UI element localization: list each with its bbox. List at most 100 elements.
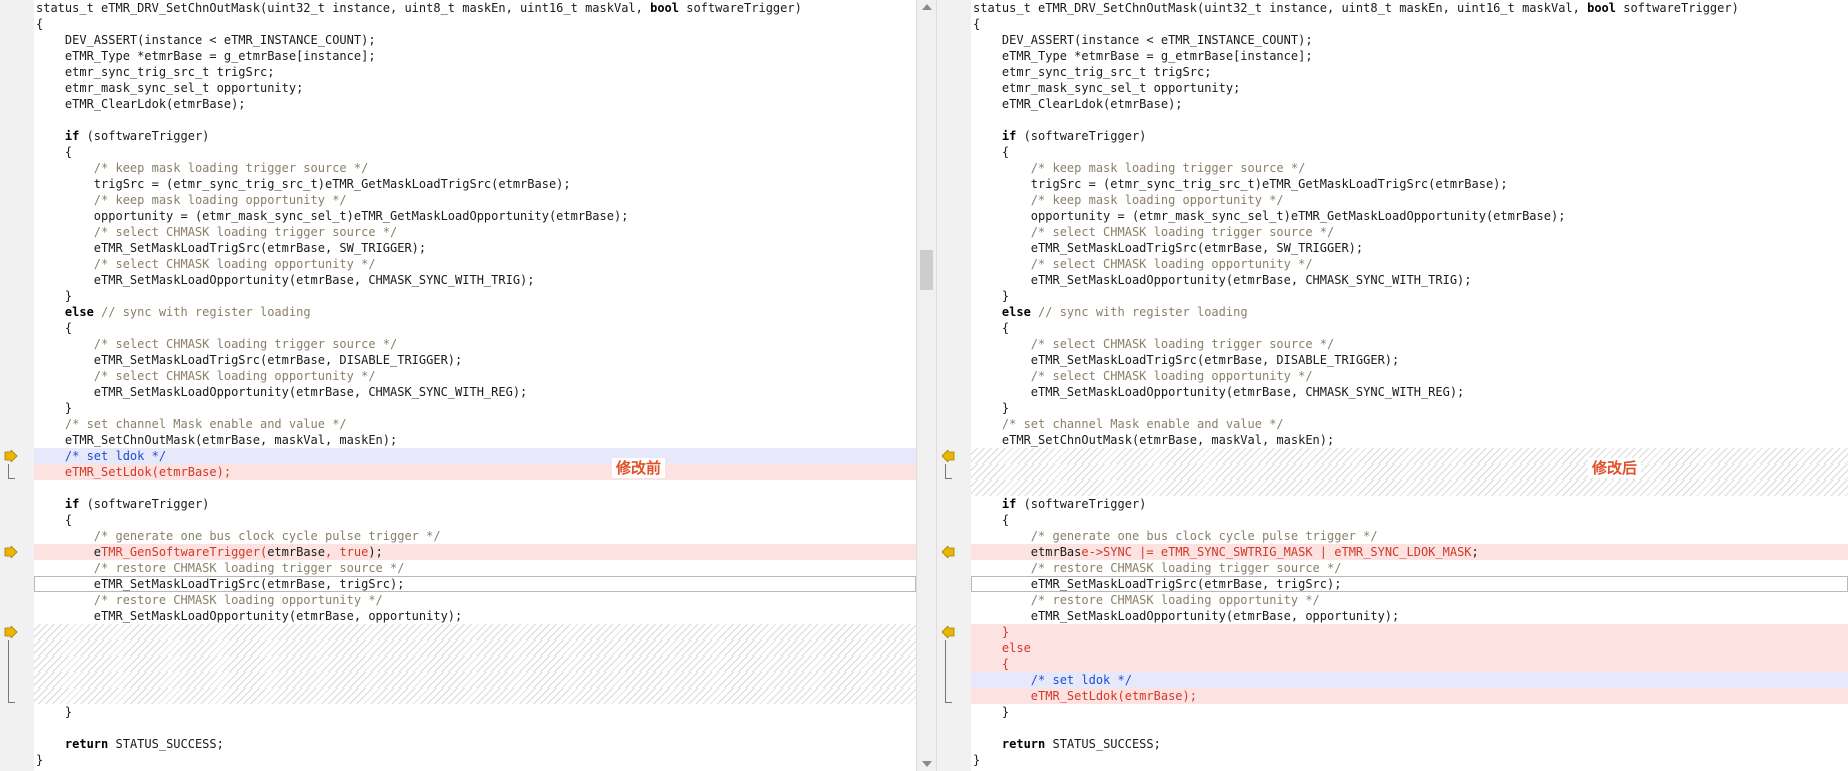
- code-line[interactable]: eTMR_Type *etmrBase = g_etmrBase[instanc…: [34, 48, 916, 64]
- code-line[interactable]: else: [971, 640, 1848, 656]
- code-line[interactable]: if (softwareTrigger): [971, 496, 1848, 512]
- code-line[interactable]: eTMR_SetMaskLoadTrigSrc(etmrBase, DISABL…: [34, 352, 916, 368]
- code-line[interactable]: /* select CHMASK loading trigger source …: [971, 224, 1848, 240]
- code-line[interactable]: etmr_sync_trig_src_t trigSrc;: [34, 64, 916, 80]
- code-line[interactable]: /* keep mask loading trigger source */: [34, 160, 916, 176]
- code-line[interactable]: return STATUS_SUCCESS;: [971, 736, 1848, 752]
- code-line[interactable]: {: [34, 320, 916, 336]
- scroll-thumb[interactable]: [920, 250, 933, 290]
- code-line[interactable]: {: [971, 16, 1848, 32]
- code-line[interactable]: [34, 656, 916, 672]
- code-line[interactable]: }: [34, 288, 916, 304]
- code-line[interactable]: [971, 112, 1848, 128]
- code-line[interactable]: }: [34, 752, 916, 768]
- scroll-down-arrow-icon[interactable]: [922, 761, 932, 767]
- code-line[interactable]: if (softwareTrigger): [34, 496, 916, 512]
- code-line[interactable]: status_t eTMR_DRV_SetChnOutMask(uint32_t…: [971, 0, 1848, 16]
- code-line[interactable]: /* set channel Mask enable and value */: [34, 416, 916, 432]
- code-line[interactable]: trigSrc = (etmr_sync_trig_src_t)eTMR_Get…: [971, 176, 1848, 192]
- code-line[interactable]: {: [34, 512, 916, 528]
- code-line[interactable]: eTMR_SetMaskLoadTrigSrc(etmrBase, trigSr…: [971, 576, 1848, 592]
- code-line[interactable]: {: [971, 656, 1848, 672]
- code-line[interactable]: eTMR_SetChnOutMask(etmrBase, maskVal, ma…: [34, 432, 916, 448]
- code-line[interactable]: DEV_ASSERT(instance < eTMR_INSTANCE_COUN…: [34, 32, 916, 48]
- code-line[interactable]: /* restore CHMASK loading opportunity */: [971, 592, 1848, 608]
- change-arrow-icon[interactable]: [4, 450, 18, 462]
- code-line[interactable]: eTMR_SetMaskLoadOpportunity(etmrBase, CH…: [971, 384, 1848, 400]
- code-line[interactable]: /* generate one bus clock cycle pulse tr…: [34, 528, 916, 544]
- code-line[interactable]: /* select CHMASK loading opportunity */: [34, 256, 916, 272]
- code-line[interactable]: }: [34, 704, 916, 720]
- code-line[interactable]: [971, 720, 1848, 736]
- code-line[interactable]: eTMR_Type *etmrBase = g_etmrBase[instanc…: [971, 48, 1848, 64]
- left-pane[interactable]: status_t eTMR_DRV_SetChnOutMask(uint32_t…: [0, 0, 916, 771]
- code-line[interactable]: [971, 480, 1848, 496]
- code-line[interactable]: /* select CHMASK loading opportunity */: [34, 368, 916, 384]
- vertical-scrollbar[interactable]: [916, 0, 937, 771]
- code-line[interactable]: eTMR_SetMaskLoadTrigSrc(etmrBase, DISABL…: [971, 352, 1848, 368]
- code-line[interactable]: [34, 672, 916, 688]
- code-line[interactable]: eTMR_SetMaskLoadTrigSrc(etmrBase, trigSr…: [34, 576, 916, 592]
- code-line[interactable]: [34, 480, 916, 496]
- code-line[interactable]: [34, 688, 916, 704]
- code-line[interactable]: /* keep mask loading opportunity */: [34, 192, 916, 208]
- code-line[interactable]: eTMR_SetMaskLoadOpportunity(etmrBase, CH…: [34, 272, 916, 288]
- code-line[interactable]: eTMR_SetMaskLoadTrigSrc(etmrBase, SW_TRI…: [34, 240, 916, 256]
- code-line[interactable]: }: [971, 752, 1848, 768]
- code-line[interactable]: etmr_sync_trig_src_t trigSrc;: [971, 64, 1848, 80]
- code-line[interactable]: /* restore CHMASK loading opportunity */: [34, 592, 916, 608]
- code-line[interactable]: eTMR_SetLdok(etmrBase);: [971, 688, 1848, 704]
- code-line[interactable]: [34, 112, 916, 128]
- code-line[interactable]: eTMR_ClearLdok(etmrBase);: [34, 96, 916, 112]
- code-line[interactable]: eTMR_ClearLdok(etmrBase);: [971, 96, 1848, 112]
- code-line[interactable]: else // sync with register loading: [971, 304, 1848, 320]
- code-line[interactable]: {: [971, 320, 1848, 336]
- code-line[interactable]: [971, 464, 1848, 480]
- code-line[interactable]: eTMR_GenSoftwareTrigger(etmrBase, true);: [34, 544, 916, 560]
- code-line[interactable]: eTMR_SetMaskLoadOpportunity(etmrBase, CH…: [34, 384, 916, 400]
- change-arrow-icon[interactable]: [941, 450, 955, 462]
- code-line[interactable]: [34, 624, 916, 640]
- code-line[interactable]: }: [971, 624, 1848, 640]
- code-line[interactable]: /* select CHMASK loading trigger source …: [34, 336, 916, 352]
- code-line[interactable]: /* restore CHMASK loading trigger source…: [34, 560, 916, 576]
- code-line[interactable]: if (softwareTrigger): [34, 128, 916, 144]
- code-line[interactable]: {: [34, 16, 916, 32]
- code-line[interactable]: /* keep mask loading trigger source */: [971, 160, 1848, 176]
- code-line[interactable]: [971, 448, 1848, 464]
- right-pane[interactable]: status_t eTMR_DRV_SetChnOutMask(uint32_t…: [937, 0, 1848, 771]
- code-line[interactable]: opportunity = (etmr_mask_sync_sel_t)eTMR…: [34, 208, 916, 224]
- code-line[interactable]: /* restore CHMASK loading trigger source…: [971, 560, 1848, 576]
- code-line[interactable]: /* set ldok */: [971, 672, 1848, 688]
- code-line[interactable]: eTMR_SetMaskLoadOpportunity(etmrBase, op…: [971, 608, 1848, 624]
- code-line[interactable]: if (softwareTrigger): [971, 128, 1848, 144]
- code-line[interactable]: [34, 720, 916, 736]
- left-code-view[interactable]: status_t eTMR_DRV_SetChnOutMask(uint32_t…: [34, 0, 916, 768]
- code-line[interactable]: status_t eTMR_DRV_SetChnOutMask(uint32_t…: [34, 0, 916, 16]
- code-line[interactable]: eTMR_SetChnOutMask(etmrBase, maskVal, ma…: [971, 432, 1848, 448]
- code-line[interactable]: {: [971, 512, 1848, 528]
- code-line[interactable]: etmr_mask_sync_sel_t opportunity;: [34, 80, 916, 96]
- code-line[interactable]: /* set channel Mask enable and value */: [971, 416, 1848, 432]
- code-line[interactable]: /* select CHMASK loading opportunity */: [971, 368, 1848, 384]
- code-line[interactable]: /* keep mask loading opportunity */: [971, 192, 1848, 208]
- code-line[interactable]: {: [34, 144, 916, 160]
- code-line[interactable]: /* select CHMASK loading opportunity */: [971, 256, 1848, 272]
- scroll-up-arrow-icon[interactable]: [922, 4, 932, 10]
- code-line[interactable]: /* select CHMASK loading trigger source …: [34, 224, 916, 240]
- code-line[interactable]: trigSrc = (etmr_sync_trig_src_t)eTMR_Get…: [34, 176, 916, 192]
- code-line[interactable]: }: [971, 288, 1848, 304]
- code-line[interactable]: }: [34, 400, 916, 416]
- code-line[interactable]: else // sync with register loading: [34, 304, 916, 320]
- right-code-view[interactable]: status_t eTMR_DRV_SetChnOutMask(uint32_t…: [971, 0, 1848, 768]
- code-line[interactable]: }: [971, 704, 1848, 720]
- code-line[interactable]: DEV_ASSERT(instance < eTMR_INSTANCE_COUN…: [971, 32, 1848, 48]
- code-line[interactable]: eTMR_SetMaskLoadOpportunity(etmrBase, CH…: [971, 272, 1848, 288]
- code-line[interactable]: eTMR_SetLdok(etmrBase);: [34, 464, 916, 480]
- code-line[interactable]: etmrBase->SYNC |= eTMR_SYNC_SWTRIG_MASK …: [971, 544, 1848, 560]
- code-line[interactable]: eTMR_SetMaskLoadTrigSrc(etmrBase, SW_TRI…: [971, 240, 1848, 256]
- code-line[interactable]: [34, 640, 916, 656]
- code-line[interactable]: /* select CHMASK loading trigger source …: [971, 336, 1848, 352]
- code-line[interactable]: opportunity = (etmr_mask_sync_sel_t)eTMR…: [971, 208, 1848, 224]
- change-arrow-icon[interactable]: [941, 546, 955, 558]
